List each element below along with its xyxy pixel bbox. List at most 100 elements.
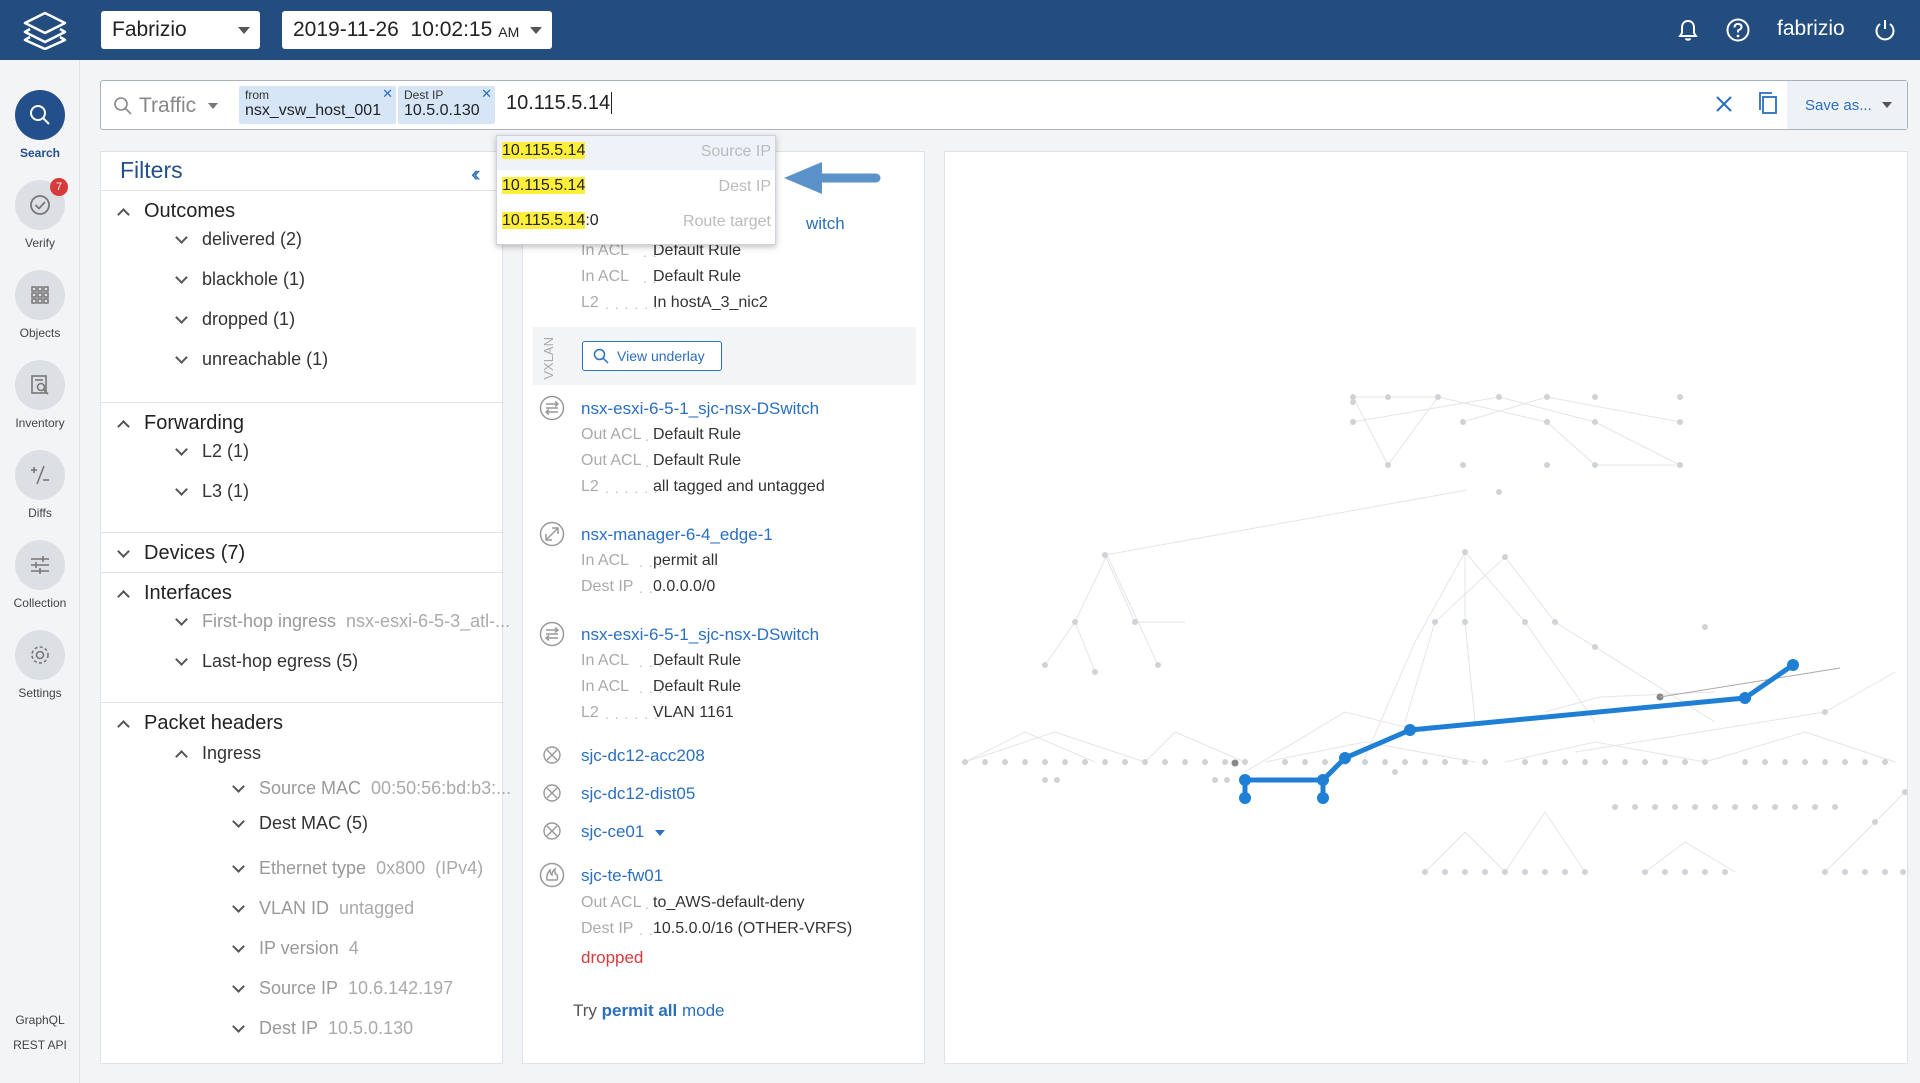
topology-graph[interactable] [945,152,1908,1063]
forwarding-header[interactable]: Forwarding [117,412,245,435]
interfaces-header[interactable]: Interfaces [117,582,232,605]
autocomplete-option-dest-ip[interactable]: 10.115.5.14 Dest IP [497,171,775,205]
vxlan-section: VXLAN View underlay [533,327,916,385]
filter-item[interactable]: VLAN ID untagged [232,898,415,919]
verify-badge: 7 [50,178,68,196]
filter-item[interactable]: L2 (1) [175,441,249,462]
search-chip-dest-ip[interactable]: Dest IP 10.5.0.130 ✕ [398,86,495,124]
nav-diffs[interactable]: Diffs [0,450,80,520]
filter-item[interactable]: Ethernet type 0x800 (IPv4) [232,858,483,879]
hop-name[interactable]: nsx-esxi-6-5-1_sjc-nsx-DSwitch [581,625,819,645]
save-as-button[interactable]: Save as... [1787,81,1907,129]
nav-search-circle [15,90,65,140]
topology-graph-panel[interactable] [944,151,1908,1064]
hop-name[interactable]: sjc-dc12-acc208 [581,746,705,766]
filter-item-value: untagged [339,898,415,918]
forwarding-title: Forwarding [144,412,245,434]
chevron-down-icon [232,814,245,828]
filter-item[interactable]: IP version 4 [232,938,359,959]
hop-name[interactable]: sjc-dc12-dist05 [581,784,695,804]
filter-item-label: L3 (1) [202,481,250,501]
nav-settings[interactable]: Settings [0,630,80,700]
filter-item[interactable]: unreachable (1) [175,349,328,370]
autocomplete-option-route-target[interactable]: 10.115.5.14:0 Route target [497,206,775,240]
nav-rest-api[interactable]: REST API [0,1038,80,1052]
chevron-up-icon [117,719,130,733]
hop-name[interactable]: sjc-te-fw01 [581,866,663,886]
filter-section-interfaces: Interfaces First-hop ingress nsx-esxi-6-5… [101,572,510,702]
chevron-down-icon[interactable] [655,830,665,836]
filter-item[interactable]: First-hop ingress nsx-esxi-6-5-3_atl-... [175,611,510,632]
hop-name[interactable]: nsx-manager-6-4_edge-1 [581,525,773,545]
option-rest: :0 [585,212,599,229]
copy-icon[interactable] [1756,90,1782,118]
filter-item[interactable]: Source IP 10.6.142.197 [232,978,453,999]
hop-name[interactable]: sjc-ce01 [581,822,644,842]
filter-item[interactable]: Dest IP 10.5.0.130 [232,1018,413,1039]
clear-icon[interactable] [1711,91,1737,117]
user-menu[interactable]: fabrizio [1777,17,1845,41]
hop-value: Default Rule [653,452,742,469]
edge-router-icon [539,521,565,547]
filter-item[interactable]: Last-hop egress (5) [175,651,358,672]
nav-inventory-circle [15,360,65,410]
filter-item[interactable]: blackhole (1) [175,269,306,290]
devices-header[interactable]: Devices (7) [117,542,245,565]
chevron-down-icon [175,310,188,324]
nav-objects[interactable]: Objects [0,270,80,340]
filter-item[interactable]: L3 (1) [175,481,250,502]
filter-item[interactable]: Dest MAC (5) [232,813,368,834]
vxlan-label: VXLAN [541,337,556,380]
save-as-label: Save as... [1805,96,1872,114]
power-icon[interactable] [1872,17,1898,43]
hop-key: Out ACL [581,426,642,443]
chevron-down-icon [232,899,245,913]
filter-item-label: blackhole (1) [202,269,306,289]
nav-verify-circle: 7 [15,178,68,230]
nav-search[interactable]: Search [0,90,80,160]
view-underlay-button[interactable]: View underlay [582,341,722,371]
nav-verify[interactable]: 7 Verify [0,178,80,250]
filter-item-label: First-hop ingress [202,611,337,631]
chevron-down-icon [232,779,245,793]
nav-diffs-circle [15,450,65,500]
filter-item-label: delivered (2) [202,229,303,249]
check-circle-icon [30,195,50,215]
top-bar: Fabrizio 2019-11-26 10:02:15 AM fabrizio [0,0,1920,60]
search-chip-from[interactable]: from nsx_vsw_host_001 ✕ [239,86,396,124]
collapse-icon[interactable]: ‹‹ [471,161,480,187]
search-mode-select[interactable]: Traffic [113,94,219,118]
text-cursor [611,92,613,114]
close-icon[interactable]: ✕ [382,86,393,102]
nav-collection[interactable]: Collection [0,540,80,610]
filter-section-devices: Devices (7) [101,532,504,572]
nav-graphql[interactable]: GraphQL [0,1013,80,1027]
outcomes-header[interactable]: Outcomes [117,200,235,223]
search-input[interactable]: 10.115.5.14 [506,92,613,115]
hop-name[interactable]: nsx-esxi-6-5-1_sjc-nsx-DSwitch [581,399,819,419]
permit-all-link[interactable]: permit all [602,1001,678,1020]
chevron-up-icon [117,207,130,221]
ingress-header[interactable]: Ingress [175,743,261,764]
help-icon[interactable] [1725,17,1751,43]
filter-item-label: Source IP [259,978,339,998]
bell-icon[interactable] [1675,17,1701,43]
hop-name[interactable]: witch [806,214,845,234]
nav-inventory[interactable]: Inventory [0,360,80,430]
filter-item[interactable]: dropped (1) [175,309,295,330]
highlighted-path-nodes[interactable] [1239,659,1799,804]
option-text: 10.115.5.14 [502,177,586,195]
snapshot-datetime-select[interactable]: 2019-11-26 10:02:15 AM [282,11,552,49]
option-match: 10.115.5.14 [502,177,586,194]
workspace-select[interactable]: Fabrizio [101,11,260,49]
annotation-arrow-icon [784,162,881,194]
snapshot-datetime: 2019-11-26 10:02:15 [293,18,493,41]
filter-item[interactable]: delivered (2) [175,229,303,250]
app-logo-icon[interactable] [18,10,72,50]
filter-item[interactable]: Source MAC 00:50:56:bd:b3:... [232,778,511,799]
hop-value: Default Rule [653,268,742,285]
filter-item-label: Dest IP [259,1018,319,1038]
autocomplete-option-source-ip[interactable]: 10.115.5.14 Source IP [497,136,775,170]
close-icon[interactable]: ✕ [481,86,492,102]
packet-headers-header[interactable]: Packet headers [117,712,283,735]
